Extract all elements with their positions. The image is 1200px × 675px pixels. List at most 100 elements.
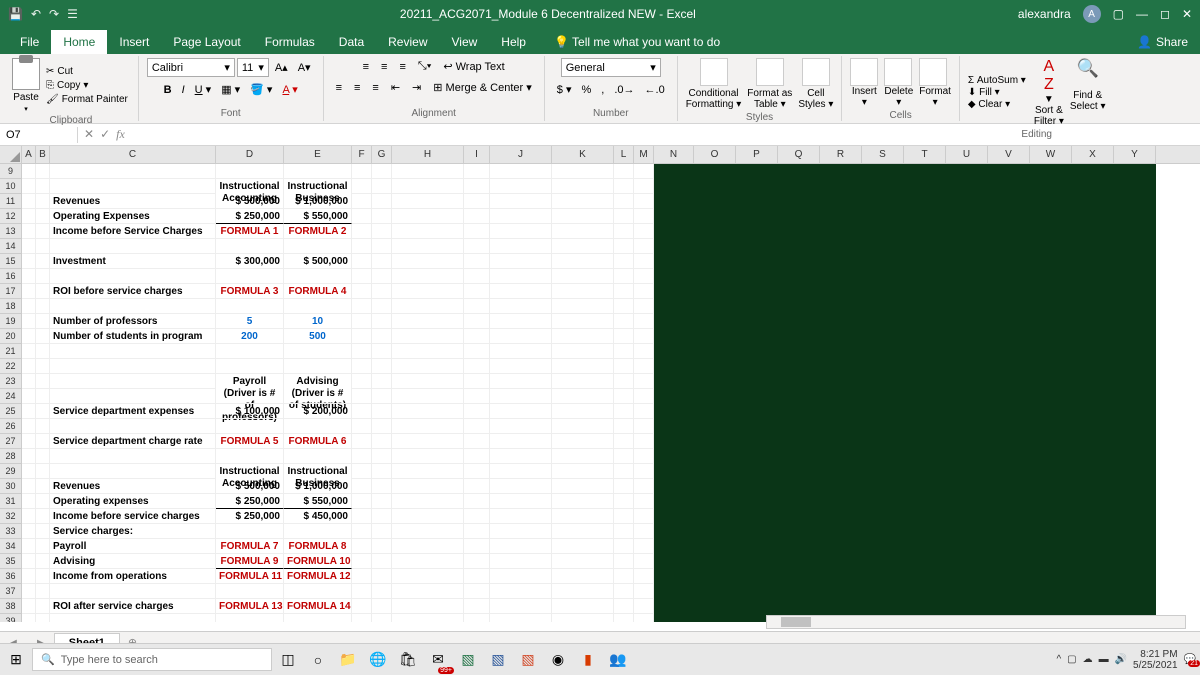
cell-M38[interactable] bbox=[634, 599, 654, 614]
cell-H34[interactable] bbox=[392, 539, 464, 554]
cell-E34[interactable]: FORMULA 8 bbox=[284, 539, 352, 554]
cell-C30[interactable]: Revenues bbox=[50, 479, 216, 494]
cell-M33[interactable] bbox=[634, 524, 654, 539]
cell-B22[interactable] bbox=[36, 359, 50, 374]
row-header-27[interactable]: 27 bbox=[0, 434, 21, 449]
cell-G16[interactable] bbox=[372, 269, 392, 284]
cell-I26[interactable] bbox=[464, 419, 490, 434]
cell-K36[interactable] bbox=[552, 569, 614, 584]
cell-K10[interactable] bbox=[552, 179, 614, 194]
cell-G14[interactable] bbox=[372, 239, 392, 254]
cell-H36[interactable] bbox=[392, 569, 464, 584]
cell-A13[interactable] bbox=[22, 224, 36, 239]
cell-L16[interactable] bbox=[614, 269, 634, 284]
cell-J31[interactable] bbox=[490, 494, 552, 509]
cell-K28[interactable] bbox=[552, 449, 614, 464]
cell-B33[interactable] bbox=[36, 524, 50, 539]
tab-insert[interactable]: Insert bbox=[107, 30, 161, 54]
cell-F30[interactable] bbox=[352, 479, 372, 494]
cell-K39[interactable] bbox=[552, 614, 614, 622]
explorer-icon[interactable]: 📁 bbox=[336, 648, 360, 672]
cell-E18[interactable] bbox=[284, 299, 352, 314]
col-header-B[interactable]: B bbox=[36, 146, 50, 163]
font-size-combo[interactable]: 11▾ bbox=[237, 58, 269, 77]
cell-J27[interactable] bbox=[490, 434, 552, 449]
row-header-17[interactable]: 17 bbox=[0, 284, 21, 299]
cell-E17[interactable]: FORMULA 4 bbox=[284, 284, 352, 299]
cell-I36[interactable] bbox=[464, 569, 490, 584]
cell-M35[interactable] bbox=[634, 554, 654, 569]
cell-I34[interactable] bbox=[464, 539, 490, 554]
cell-M26[interactable] bbox=[634, 419, 654, 434]
cell-A20[interactable] bbox=[22, 329, 36, 344]
tray-volume-icon[interactable]: 🔊 bbox=[1115, 654, 1127, 665]
user-avatar[interactable]: A bbox=[1083, 5, 1101, 23]
col-header-F[interactable]: F bbox=[352, 146, 372, 163]
cell-L13[interactable] bbox=[614, 224, 634, 239]
cell-G9[interactable] bbox=[372, 164, 392, 179]
col-header-L[interactable]: L bbox=[614, 146, 634, 163]
cell-L10[interactable] bbox=[614, 179, 634, 194]
cell-C22[interactable] bbox=[50, 359, 216, 374]
cell-L21[interactable] bbox=[614, 344, 634, 359]
cell-M36[interactable] bbox=[634, 569, 654, 584]
cell-A26[interactable] bbox=[22, 419, 36, 434]
cell-J34[interactable] bbox=[490, 539, 552, 554]
cell-D35[interactable]: FORMULA 9 bbox=[216, 554, 284, 569]
cell-G10[interactable] bbox=[372, 179, 392, 194]
col-header-I[interactable]: I bbox=[464, 146, 490, 163]
cell-B21[interactable] bbox=[36, 344, 50, 359]
cell-D33[interactable] bbox=[216, 524, 284, 539]
cell-F23[interactable] bbox=[352, 374, 372, 389]
cell-D30[interactable]: $ 500,000 bbox=[216, 479, 284, 494]
cell-I21[interactable] bbox=[464, 344, 490, 359]
cell-G18[interactable] bbox=[372, 299, 392, 314]
cell-L24[interactable] bbox=[614, 389, 634, 404]
find-select-button[interactable]: 🔍Find &Select ▾ bbox=[1070, 58, 1106, 127]
col-header-N[interactable]: N bbox=[654, 146, 694, 163]
cell-K11[interactable] bbox=[552, 194, 614, 209]
cell-E19[interactable]: 10 bbox=[284, 314, 352, 329]
cell-J12[interactable] bbox=[490, 209, 552, 224]
cell-C17[interactable]: ROI before service charges bbox=[50, 284, 216, 299]
cell-H21[interactable] bbox=[392, 344, 464, 359]
cell-G13[interactable] bbox=[372, 224, 392, 239]
align-middle-icon[interactable]: ≡ bbox=[377, 59, 391, 75]
cell-M32[interactable] bbox=[634, 509, 654, 524]
col-header-Q[interactable]: Q bbox=[778, 146, 820, 163]
cell-I30[interactable] bbox=[464, 479, 490, 494]
col-header-O[interactable]: O bbox=[694, 146, 736, 163]
cell-K12[interactable] bbox=[552, 209, 614, 224]
cell-C32[interactable]: Income before service charges bbox=[50, 509, 216, 524]
cell-I16[interactable] bbox=[464, 269, 490, 284]
cell-M24[interactable] bbox=[634, 389, 654, 404]
taskbar-clock[interactable]: 8:21 PM5/25/2021 bbox=[1133, 649, 1178, 671]
cell-I13[interactable] bbox=[464, 224, 490, 239]
cell-F25[interactable] bbox=[352, 404, 372, 419]
row-header-20[interactable]: 20 bbox=[0, 329, 21, 344]
cell-I17[interactable] bbox=[464, 284, 490, 299]
tab-file[interactable]: File bbox=[8, 30, 51, 54]
cell-C24[interactable] bbox=[50, 389, 216, 404]
cell-F17[interactable] bbox=[352, 284, 372, 299]
cell-C20[interactable]: Number of students in program bbox=[50, 329, 216, 344]
tab-page-layout[interactable]: Page Layout bbox=[161, 30, 252, 54]
cell-D20[interactable]: 200 bbox=[216, 329, 284, 344]
tell-me-search[interactable]: 💡 Tell me what you want to do bbox=[542, 30, 732, 54]
cell-K33[interactable] bbox=[552, 524, 614, 539]
col-header-A[interactable]: A bbox=[22, 146, 36, 163]
format-cells-button[interactable]: Format▾ bbox=[919, 58, 951, 108]
decrease-indent-icon[interactable]: ⇤ bbox=[387, 79, 404, 96]
cell-I37[interactable] bbox=[464, 584, 490, 599]
cell-L38[interactable] bbox=[614, 599, 634, 614]
cell-G36[interactable] bbox=[372, 569, 392, 584]
cell-E21[interactable] bbox=[284, 344, 352, 359]
cell-L19[interactable] bbox=[614, 314, 634, 329]
cell-A16[interactable] bbox=[22, 269, 36, 284]
cell-H19[interactable] bbox=[392, 314, 464, 329]
cell-G12[interactable] bbox=[372, 209, 392, 224]
cell-H30[interactable] bbox=[392, 479, 464, 494]
cell-I25[interactable] bbox=[464, 404, 490, 419]
cell-B30[interactable] bbox=[36, 479, 50, 494]
cell-M16[interactable] bbox=[634, 269, 654, 284]
